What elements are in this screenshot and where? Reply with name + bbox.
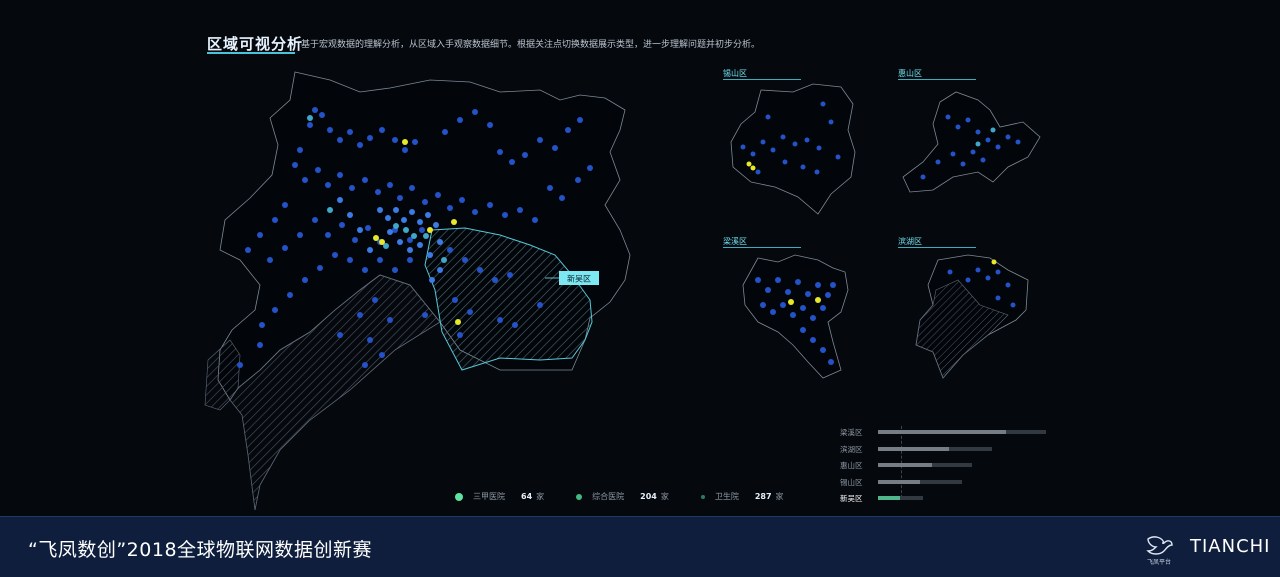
bar-track (878, 496, 924, 500)
legend-dot-icon (700, 494, 705, 499)
legend-dot-icon (576, 493, 583, 500)
district-underline (723, 247, 801, 248)
district-shape (742, 254, 849, 379)
district-map-liangxi[interactable]: 梁溪区 (723, 236, 873, 386)
legend-label: 卫生院 (714, 492, 739, 501)
bar-label: 滨湖区 (840, 444, 863, 454)
district-underline (898, 247, 976, 248)
district-underline (898, 79, 976, 80)
legend-count: 64 (521, 492, 533, 501)
bar-track (878, 430, 1046, 434)
district-name: 惠山区 (898, 69, 922, 78)
district-shape (902, 91, 1041, 193)
district-underline (723, 79, 801, 80)
bar-label: 锡山区 (840, 477, 863, 487)
bar-fill (878, 446, 949, 451)
footer-banner: “飞凤数创”2018全球物联网数据创新赛 飞凤平台 TIANCHI (0, 516, 1280, 577)
legend-item-tier3[interactable]: 三甲医院 64 家 (455, 491, 544, 502)
bar-row[interactable]: 新吴区 (840, 492, 1060, 509)
page-title: 区域可视分析 (207, 35, 304, 53)
bar-label: 惠山区 (840, 461, 863, 470)
bar-fill (878, 463, 932, 467)
highlight-label-text: 新吴区 (567, 274, 591, 284)
bar-label: 梁溪区 (840, 428, 863, 437)
bar-fill (878, 479, 920, 484)
bar-row[interactable]: 梁溪区 (840, 426, 1060, 443)
bar-track (878, 463, 973, 467)
main-city-map[interactable]: 新吴区 (200, 70, 640, 515)
district-comparison-bars: 梁溪区滨湖区惠山区锡山区新吴区 (840, 426, 1060, 509)
legend-item-general[interactable]: 综合医院 204 家 (576, 491, 669, 502)
section-header: 区域可视分析 (207, 33, 303, 54)
bar-fill (878, 430, 1006, 434)
legend-count: 204 (640, 492, 657, 501)
legend-unit: 家 (775, 492, 784, 501)
district-shape (730, 83, 856, 215)
bar-row[interactable]: 滨湖区 (840, 443, 1060, 460)
platform-logo-text: 飞凤平台 (1146, 559, 1171, 566)
bar-fill (878, 496, 900, 500)
district-shape (915, 254, 1029, 379)
hospital-legend: 三甲医院 64 家 综合医院 204 家 卫生院 287 家 (455, 491, 816, 502)
tianchi-brand: TIANCHI (1190, 536, 1271, 557)
title-underline (207, 52, 295, 54)
legend-item-clinic[interactable]: 卫生院 287 家 (700, 491, 784, 502)
bar-track (878, 479, 962, 484)
district-map-huishan[interactable]: 惠山区 (898, 68, 1048, 218)
district-name: 滨湖区 (898, 237, 922, 246)
bar-row[interactable]: 惠山区 (840, 459, 1060, 476)
legend-count: 287 (754, 492, 772, 501)
legend-label: 综合医院 (592, 492, 625, 501)
competition-title: “飞凤数创”2018全球物联网数据创新赛 (28, 539, 373, 561)
bar-row[interactable]: 锡山区 (840, 476, 1060, 493)
page-subtitle: 基于宏观数据的理解分析，从区域入手观察数据细节。根据关注点切换数据展示类型，进一… (301, 40, 761, 50)
district-map-binhu[interactable]: 滨湖区 (898, 236, 1048, 386)
district-name: 锡山区 (723, 69, 747, 78)
legend-label: 三甲医院 (473, 492, 505, 501)
legend-unit: 家 (660, 492, 669, 501)
bar-track (878, 446, 993, 451)
legend-dot-icon (455, 492, 463, 501)
district-map-xishan[interactable]: 锡山区 (723, 68, 873, 218)
district-name: 梁溪区 (723, 237, 747, 246)
legend-unit: 家 (536, 492, 545, 501)
bar-label: 新吴区 (840, 494, 863, 503)
